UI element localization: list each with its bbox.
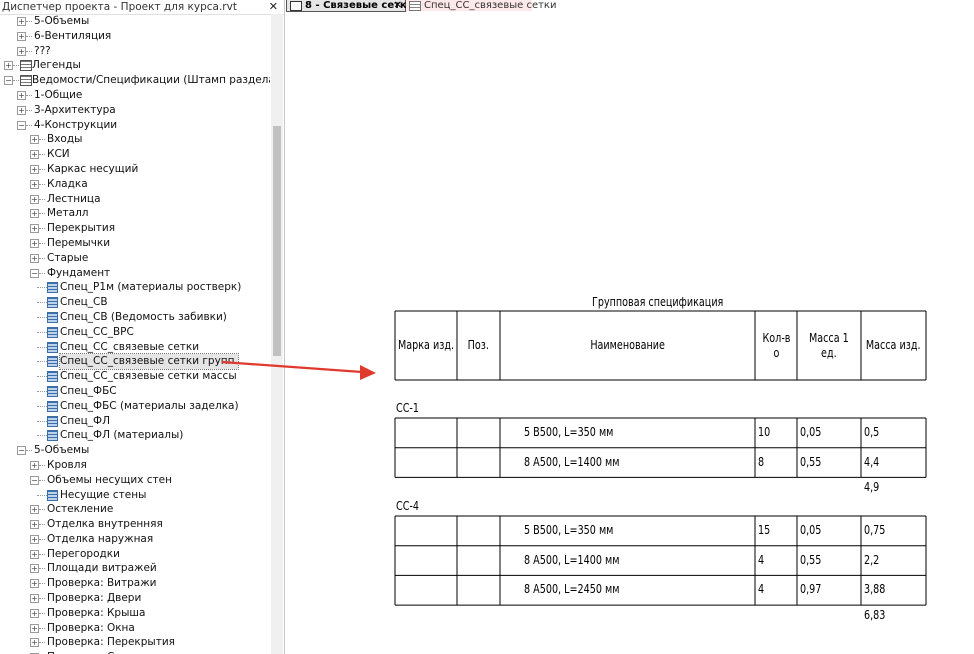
- cell-mass-unit: 0,55: [800, 454, 822, 469]
- header-mass-item: Масса изд.: [861, 311, 926, 380]
- cell-name: 5 В500, L=350 мм: [524, 425, 614, 439]
- header-name: Наименование: [500, 311, 755, 380]
- header-label: Масса 1 ед.: [809, 330, 849, 360]
- header-pos: Поз.: [457, 311, 500, 380]
- group-total: 4,9: [864, 480, 880, 495]
- header-label: Поз.: [467, 338, 490, 352]
- cell-qty: 4: [758, 552, 765, 567]
- header-label: Масса изд.: [866, 338, 921, 352]
- cell-qty: 15: [758, 523, 771, 537]
- group-label: СС-1: [396, 401, 419, 415]
- cell-name: 8 А500, L=1400 мм: [524, 552, 620, 567]
- group-total: 6,83: [864, 608, 886, 623]
- cell-name: 8 А500, L=1400 мм: [524, 454, 620, 469]
- group-label: СС-4: [396, 499, 419, 513]
- schedule-view: Групповая спецификация Марка изд. Поз. Наи…: [0, 0, 974, 654]
- header-label: Кол-в о: [762, 330, 790, 360]
- header-label: Наименование: [590, 338, 665, 352]
- header-qty: Кол-в о: [755, 311, 797, 380]
- cell-mass-item: 4,4: [864, 454, 880, 469]
- cell-name: 8 А500, L=2450 мм: [524, 582, 620, 597]
- cell-qty: 10: [758, 425, 771, 439]
- cell-mass-unit: 0,55: [800, 552, 822, 567]
- header-mass-unit: Масса 1 ед.: [797, 311, 861, 380]
- cell-qty: 8: [758, 454, 765, 469]
- cell-mass-unit: 0,05: [800, 523, 822, 537]
- cell-mass-item: 0,75: [864, 523, 886, 537]
- cell-mass-unit: 0,97: [800, 582, 822, 597]
- cell-mass-unit: 0,05: [800, 425, 822, 439]
- cell-mass-item: 0,5: [864, 425, 880, 439]
- cell-mass-item: 2,2: [864, 552, 880, 567]
- header-mark: Марка изд.: [395, 311, 457, 380]
- cell-name: 5 В500, L=350 мм: [524, 523, 614, 537]
- header-label: Марка изд.: [397, 338, 455, 352]
- cell-mass-item: 3,88: [864, 582, 886, 597]
- cell-qty: 4: [758, 582, 765, 597]
